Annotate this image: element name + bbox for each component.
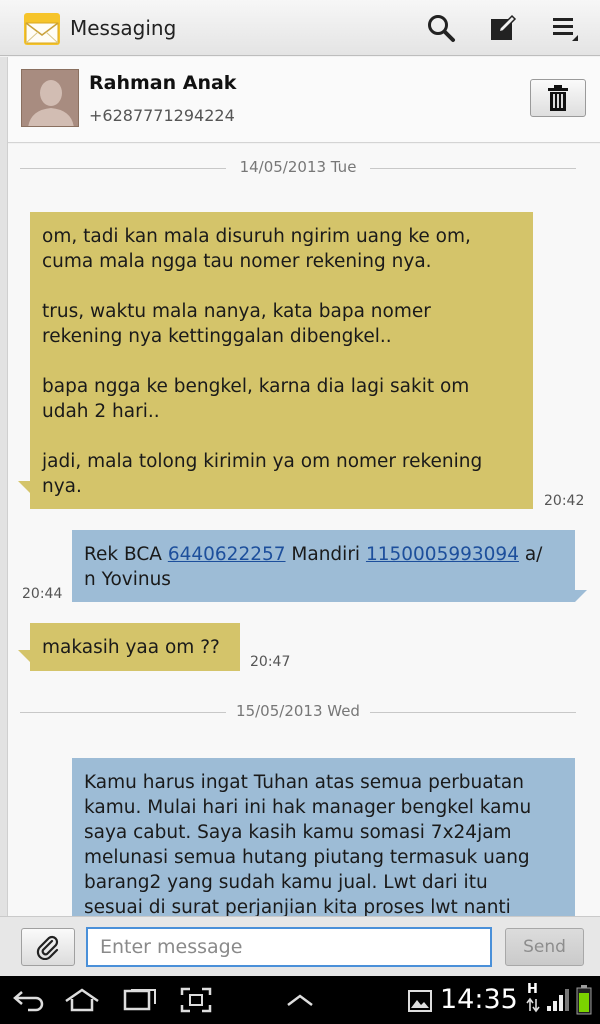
- search-icon: [428, 15, 455, 42]
- message-text: Rek BCA: [84, 544, 168, 565]
- message-input[interactable]: [86, 927, 492, 967]
- account-number-link[interactable]: 1150005993094: [366, 544, 519, 565]
- data-transfer-icon: [526, 997, 540, 1013]
- compose-bar: Send: [0, 916, 600, 976]
- action-bar: Messaging: [0, 0, 600, 56]
- message-bubble: makasih yaa om ??: [30, 623, 240, 671]
- delete-thread-button[interactable]: [530, 79, 586, 117]
- conversation-list[interactable]: 14/05/2013 Tue om, tadi kan mala disuruh…: [8, 144, 600, 916]
- send-button[interactable]: Send: [505, 928, 584, 966]
- message-bubble: Rek BCA 6440622257 Mandiri 1150005993094…: [72, 530, 575, 602]
- compose-button[interactable]: [483, 8, 523, 48]
- person-silhouette-icon: [22, 70, 78, 126]
- system-bar: 14:35 H: [0, 976, 600, 1024]
- paperclip-icon: [36, 935, 59, 960]
- message-bubble: Kamu harus ingat Tuhan atas semua perbua…: [72, 758, 575, 916]
- date-separator: 15/05/2013 Wed: [20, 702, 576, 722]
- trash-icon: [548, 85, 568, 111]
- left-edge-strip: [0, 57, 8, 917]
- screenshot-icon: [180, 987, 212, 1013]
- network-type-label: H: [527, 982, 538, 997]
- app-title: Messaging: [70, 16, 177, 40]
- home-button[interactable]: [60, 984, 104, 1016]
- message-text: Mandiri: [285, 544, 366, 565]
- battery-icon: [576, 985, 592, 1015]
- status-clock: 14:35: [440, 984, 518, 1015]
- account-number-link[interactable]: 6440622257: [168, 544, 286, 565]
- quick-panel-button[interactable]: [278, 984, 322, 1016]
- attach-button[interactable]: [21, 928, 75, 966]
- home-icon: [65, 988, 99, 1012]
- gallery-notification-icon: [408, 990, 432, 1012]
- contact-header: Rahman Anak +6287771294224: [8, 57, 600, 143]
- date-label: 15/05/2013 Wed: [236, 702, 360, 720]
- message-time: 20:47: [250, 654, 291, 670]
- recent-apps-icon: [123, 989, 156, 1011]
- back-icon: [13, 991, 44, 1012]
- message-time: 20:44: [22, 586, 63, 602]
- menu-icon: [553, 18, 578, 41]
- date-label: 14/05/2013 Tue: [239, 158, 357, 176]
- message-bubble: om, tadi kan mala disuruh ngirim uang ke…: [30, 212, 533, 509]
- recent-apps-button[interactable]: [118, 984, 162, 1016]
- chevron-up-icon: [287, 994, 313, 1006]
- back-button[interactable]: [8, 984, 52, 1016]
- contact-number: +6287771294224: [89, 106, 235, 125]
- search-button[interactable]: [421, 8, 461, 48]
- contact-name: Rahman Anak: [89, 72, 237, 94]
- signal-strength-icon: [547, 989, 569, 1011]
- date-separator: 14/05/2013 Tue: [20, 158, 576, 178]
- contact-avatar[interactable]: [21, 69, 79, 127]
- screenshot-button[interactable]: [174, 984, 218, 1016]
- messaging-app-icon[interactable]: [22, 9, 62, 49]
- menu-button[interactable]: [545, 8, 585, 48]
- message-time: 20:42: [544, 493, 585, 509]
- compose-icon: [491, 14, 517, 40]
